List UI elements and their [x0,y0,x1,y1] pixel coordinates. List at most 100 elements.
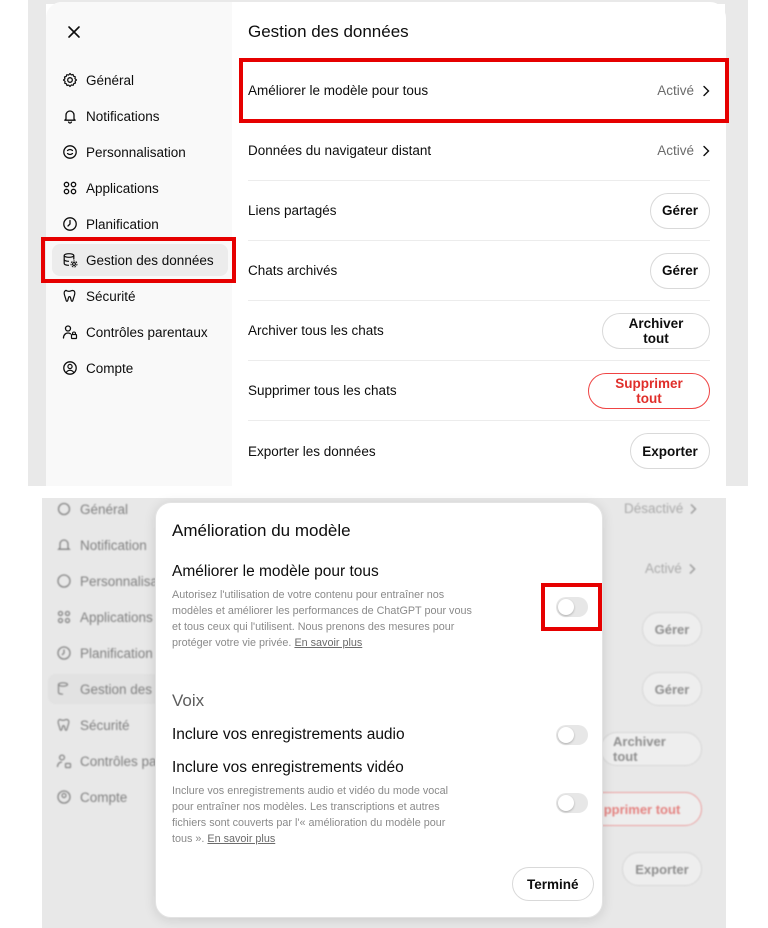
setting-label: Chats archivés [248,263,338,278]
sidebar-item-personalization[interactable]: Personnalisation [60,136,228,168]
background-button: Archiver tout [600,732,702,766]
chevron-right-icon [703,145,710,156]
sidebar-item-label: Général [86,72,135,88]
setting-label: Exporter les données [248,443,376,459]
apps-grid-icon [57,610,71,624]
background-status: Activé [645,561,696,576]
sidebar-item-label: Contrôles parentaux [86,324,208,340]
archive-all-button[interactable]: Archiver tout [602,312,710,349]
background-status: Désactivé [624,501,697,516]
learn-more-link[interactable]: En savoir plus [207,833,275,845]
toggle-knob [558,727,574,743]
sidebar-item-label: Notifications [86,108,160,124]
setting-label: Archiver tous les chats [248,323,384,338]
gear-icon [57,502,71,516]
sidebar-item-label: Personnalisation [86,144,186,160]
delete-all-button[interactable]: Supprimer tout [588,372,710,409]
background-nav-item: Contrôles pa [56,746,157,776]
account-icon [63,361,77,375]
setting-label: Liens partagés [248,203,337,218]
settings-screenshot: Général Notifications Personnalisation A… [0,0,768,486]
toggle-knob [558,795,574,811]
improve-model-toggle[interactable] [556,597,588,617]
background-status-text: Activé [645,561,682,576]
account-icon [57,790,71,804]
manage-shared-links-button[interactable]: Gérer [650,192,710,229]
background-button: Gérer [642,612,702,646]
apps-grid-icon [63,181,77,195]
sidebar-item-general[interactable]: Général [60,64,228,96]
dialog-title: Amélioration du modèle [172,521,351,540]
setting-label: Données du navigateur distant [248,143,432,158]
background-nav-label: Personnalisa [80,573,159,589]
clock-icon [63,217,77,231]
status-text: Activé [657,143,694,158]
close-button[interactable] [64,22,84,42]
sidebar-item-label: Sécurité [86,288,136,304]
sidebar-item-label: Gestion des données [86,252,214,268]
bell-icon [64,110,76,124]
background-nav-label: Planification [80,645,153,661]
sidebar-item-security[interactable]: Sécurité [60,280,228,312]
sidebar-item-data-management[interactable]: Gestion des données [52,244,228,276]
backdrop [725,0,748,486]
background-nav-item: Compte [56,782,127,812]
background-nav-label: Général [80,501,129,517]
background-nav-label: Gestion des [80,681,153,697]
background-button: Gérer [642,672,702,706]
status-text: Activé [657,83,694,98]
database-gear-icon [63,253,78,268]
chevron-right-icon [689,563,696,574]
page-title: Gestion des données [248,22,409,41]
improve-model-description: Autorisez l'utilisation de votre contenu… [172,587,477,651]
sidebar-item-account[interactable]: Compte [60,352,228,384]
voice-section-heading: Voix [172,691,205,710]
sidebar-item-label: Compte [86,360,134,376]
setting-row-delete-all: Supprimer tous les chats Supprimer tout [248,361,710,421]
sidebar-item-applications[interactable]: Applications [60,172,228,204]
sidebar-item-notifications[interactable]: Notifications [60,100,228,132]
video-recordings-label: Inclure vos enregistrements vidéo [172,759,404,776]
settings-sidebar: Général Notifications Personnalisation A… [46,2,232,486]
model-improvement-dialog: Amélioration du modèle Améliorer le modè… [155,502,603,918]
chevron-right-icon [690,503,697,514]
setting-row-remote-browser-data[interactable]: Données du navigateur distant Activé [248,121,710,181]
background-nav-label: Compte [80,789,128,805]
setting-status[interactable]: Activé [657,83,710,98]
background-button: Exporter [622,852,702,886]
sidebar-item-label: Planification [86,216,159,232]
background-nav-label: Notification [80,537,147,553]
close-icon [68,26,80,38]
background-status-text: Désactivé [624,501,684,516]
setting-row-shared-links: Liens partagés Gérer [248,181,710,241]
background-nav-item: Sécurité [56,710,130,740]
parental-icon [56,754,72,769]
setting-label: Supprimer tous les chats [248,383,397,398]
done-button[interactable]: Terminé [512,867,594,901]
learn-more-link[interactable]: En savoir plus [294,637,362,649]
export-button[interactable]: Exporter [630,433,710,469]
setting-row-archived-chats: Chats archivés Gérer [248,241,710,301]
setting-row-improve-model[interactable]: Améliorer le modèle pour tous Activé [248,61,710,121]
sidebar-item-scheduling[interactable]: Planification [60,208,228,240]
background-nav-label: Sécurité [80,717,130,733]
audio-recordings-toggle[interactable] [556,725,588,745]
manage-archived-chats-button[interactable]: Gérer [650,252,710,289]
dialog-screenshot: Général Notification Personnalisa Applic… [0,486,768,928]
parental-icon [62,325,78,340]
security-icon [63,289,76,302]
settings-modal: Général Notifications Personnalisation A… [46,2,726,486]
background-nav-item: Planification [56,638,153,668]
sidebar-item-parental-controls[interactable]: Contrôles parentaux [60,316,228,348]
background-nav-label: Contrôles pa [80,753,157,769]
video-recordings-toggle[interactable] [556,793,588,813]
backdrop [28,0,46,486]
audio-recordings-label: Inclure vos enregistrements audio [172,726,405,743]
database-gear-icon [57,682,69,695]
setting-status[interactable]: Activé [657,143,710,158]
security-icon [57,718,70,731]
chevron-right-icon [703,85,710,96]
background-nav-label: Applications [80,609,153,625]
background-nav-item: Applications [56,602,153,632]
bell-icon [57,539,71,550]
